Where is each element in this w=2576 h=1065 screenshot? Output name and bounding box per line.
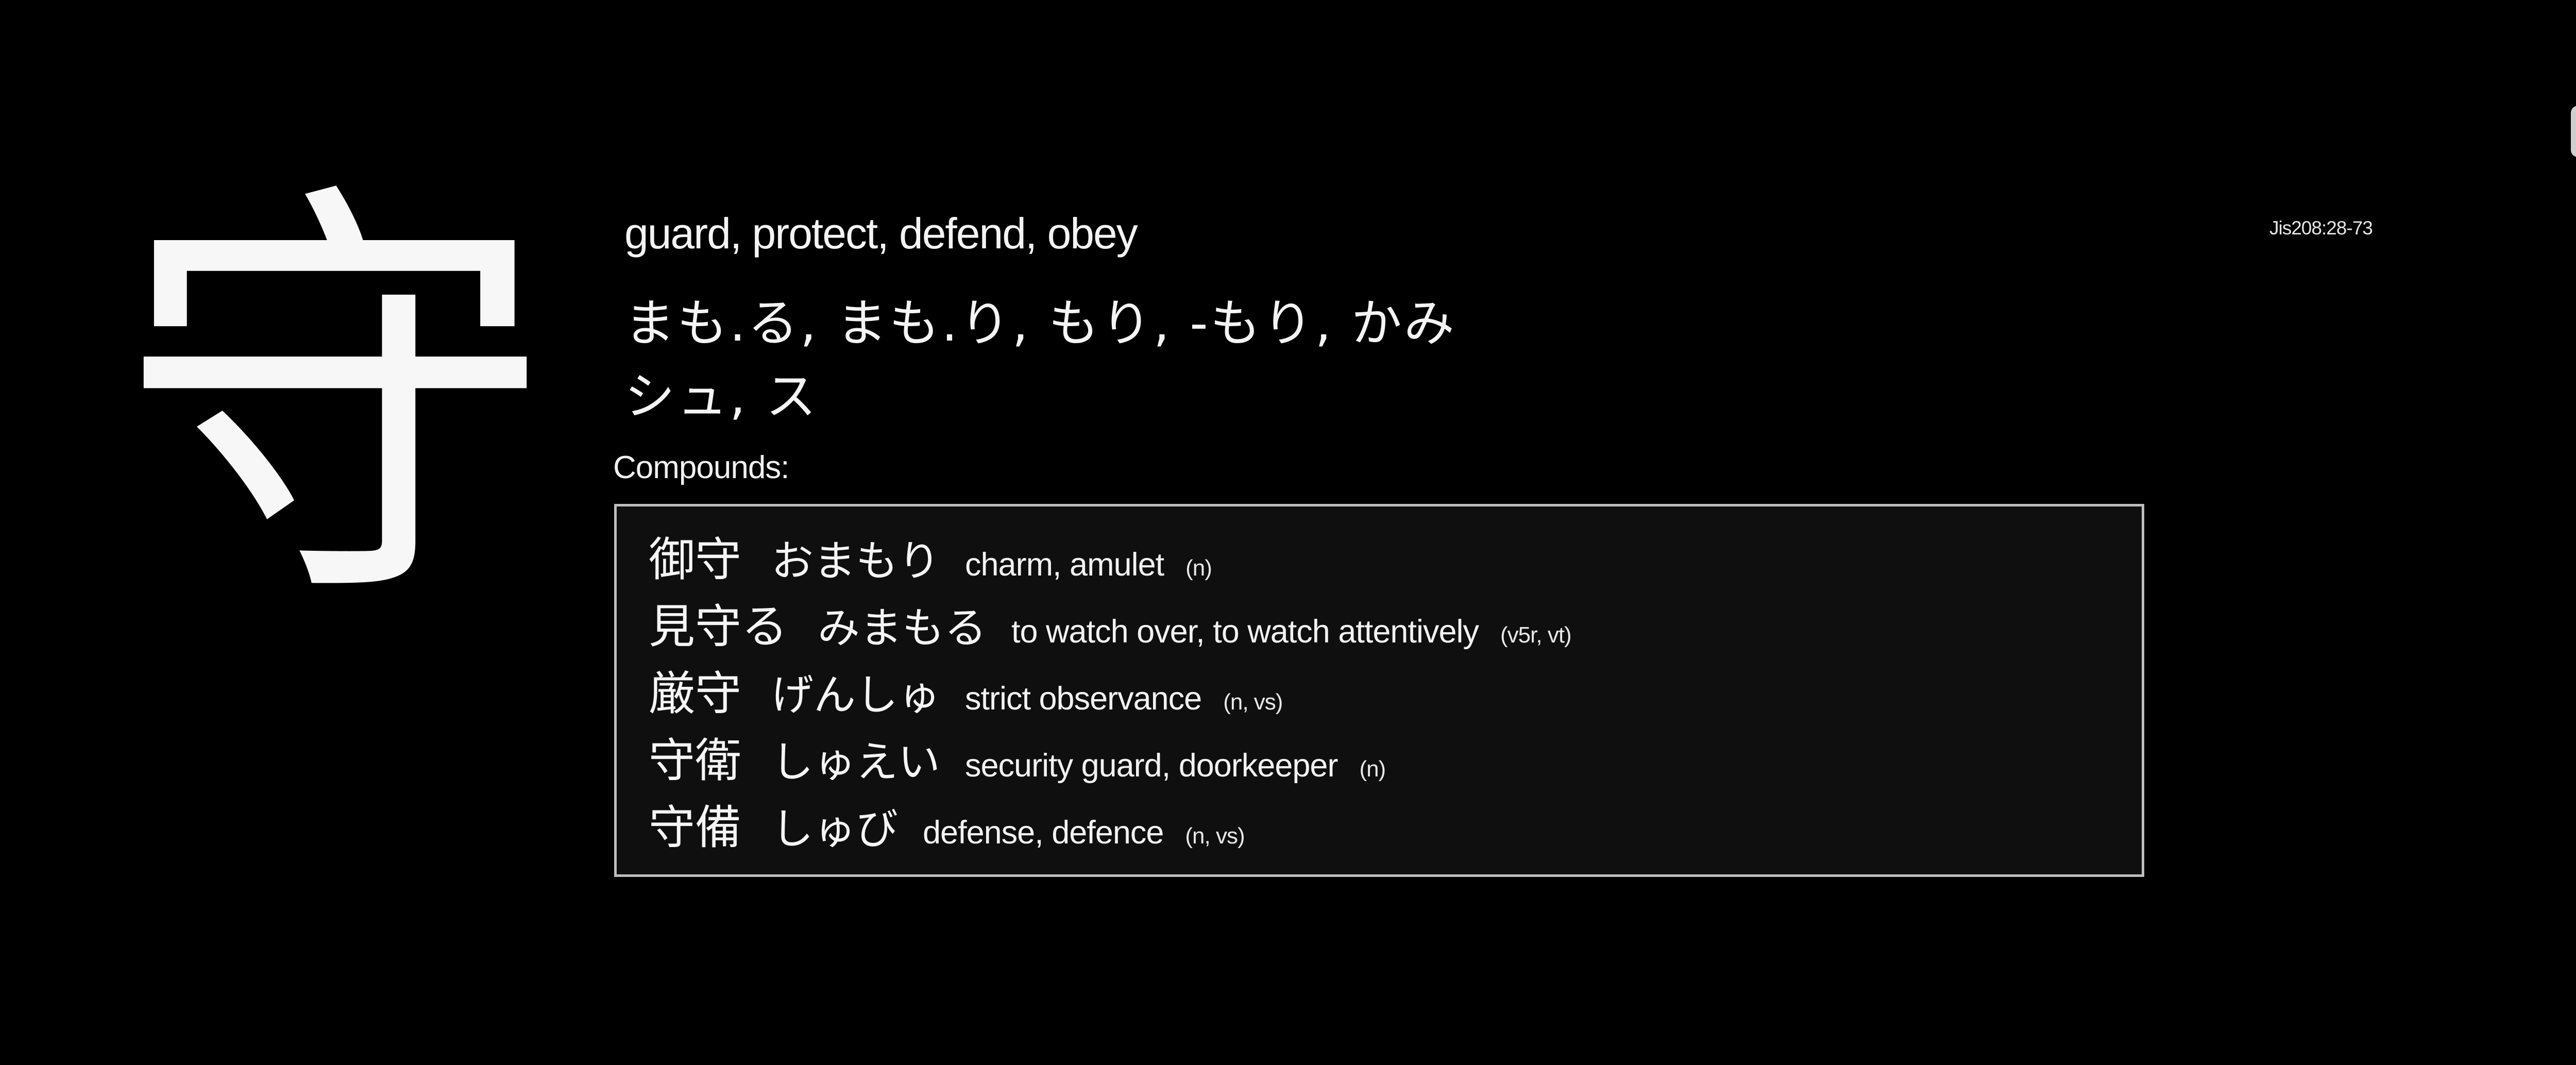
compound-word: 御守: [649, 533, 741, 587]
compound-reading: おまもり: [771, 537, 941, 586]
kanji-character: 守: [118, 150, 551, 654]
compound-row: 見守る みまもる to watch over, to watch attenti…: [649, 589, 2142, 656]
compound-reading: しゅび: [771, 805, 899, 854]
compound-meaning: to watch over, to watch attentively: [1011, 614, 1479, 650]
compound-reading: しゅえい: [771, 738, 941, 787]
kanji-meanings: guard, protect, defend, obey: [624, 209, 1138, 258]
kanji-detail-page: 守 Jis208:28-73 guard, protect, defend, o…: [0, 0, 2576, 1065]
compound-row: 守備 しゅび defense, defence (n, vs): [649, 790, 2142, 857]
compound-word: 厳守: [649, 667, 741, 721]
compounds-label: Compounds:: [613, 450, 790, 485]
compound-row: 守衛 しゅえい security guard, doorkeeper (n): [649, 723, 2142, 790]
scrollbar-handle[interactable]: [2571, 106, 2576, 157]
compound-word: 守備: [649, 801, 741, 855]
compound-reading: げんしゅ: [771, 671, 941, 720]
compound-part-of-speech: (v5r, vt): [1500, 622, 1572, 648]
compound-word: 見守る: [649, 600, 788, 654]
compounds-list: 御守 おまもり charm, amulet (n) 見守る みまもる to wa…: [614, 504, 2144, 877]
compound-row: 厳守 げんしゅ strict observance (n, vs): [649, 656, 2142, 723]
compound-reading: みまもる: [818, 604, 987, 653]
kun-readings: まも.る, まも.り, もり, -もり, かみ: [624, 294, 1456, 353]
compound-meaning: strict observance: [965, 681, 1202, 717]
compound-part-of-speech: (n, vs): [1223, 689, 1283, 715]
on-readings: シュ, ス: [624, 367, 819, 426]
compound-part-of-speech: (n): [1185, 555, 1212, 581]
compound-row: 御守 おまもり charm, amulet (n): [649, 522, 2142, 589]
compound-part-of-speech: (n): [1359, 756, 1386, 782]
compound-meaning: security guard, doorkeeper: [965, 748, 1338, 784]
jis-code: Jis208:28-73: [2269, 217, 2373, 239]
compound-meaning: defense, defence: [923, 815, 1164, 851]
compound-meaning: charm, amulet: [965, 547, 1164, 583]
compound-word: 守衛: [649, 734, 741, 788]
compound-part-of-speech: (n, vs): [1185, 823, 1245, 849]
